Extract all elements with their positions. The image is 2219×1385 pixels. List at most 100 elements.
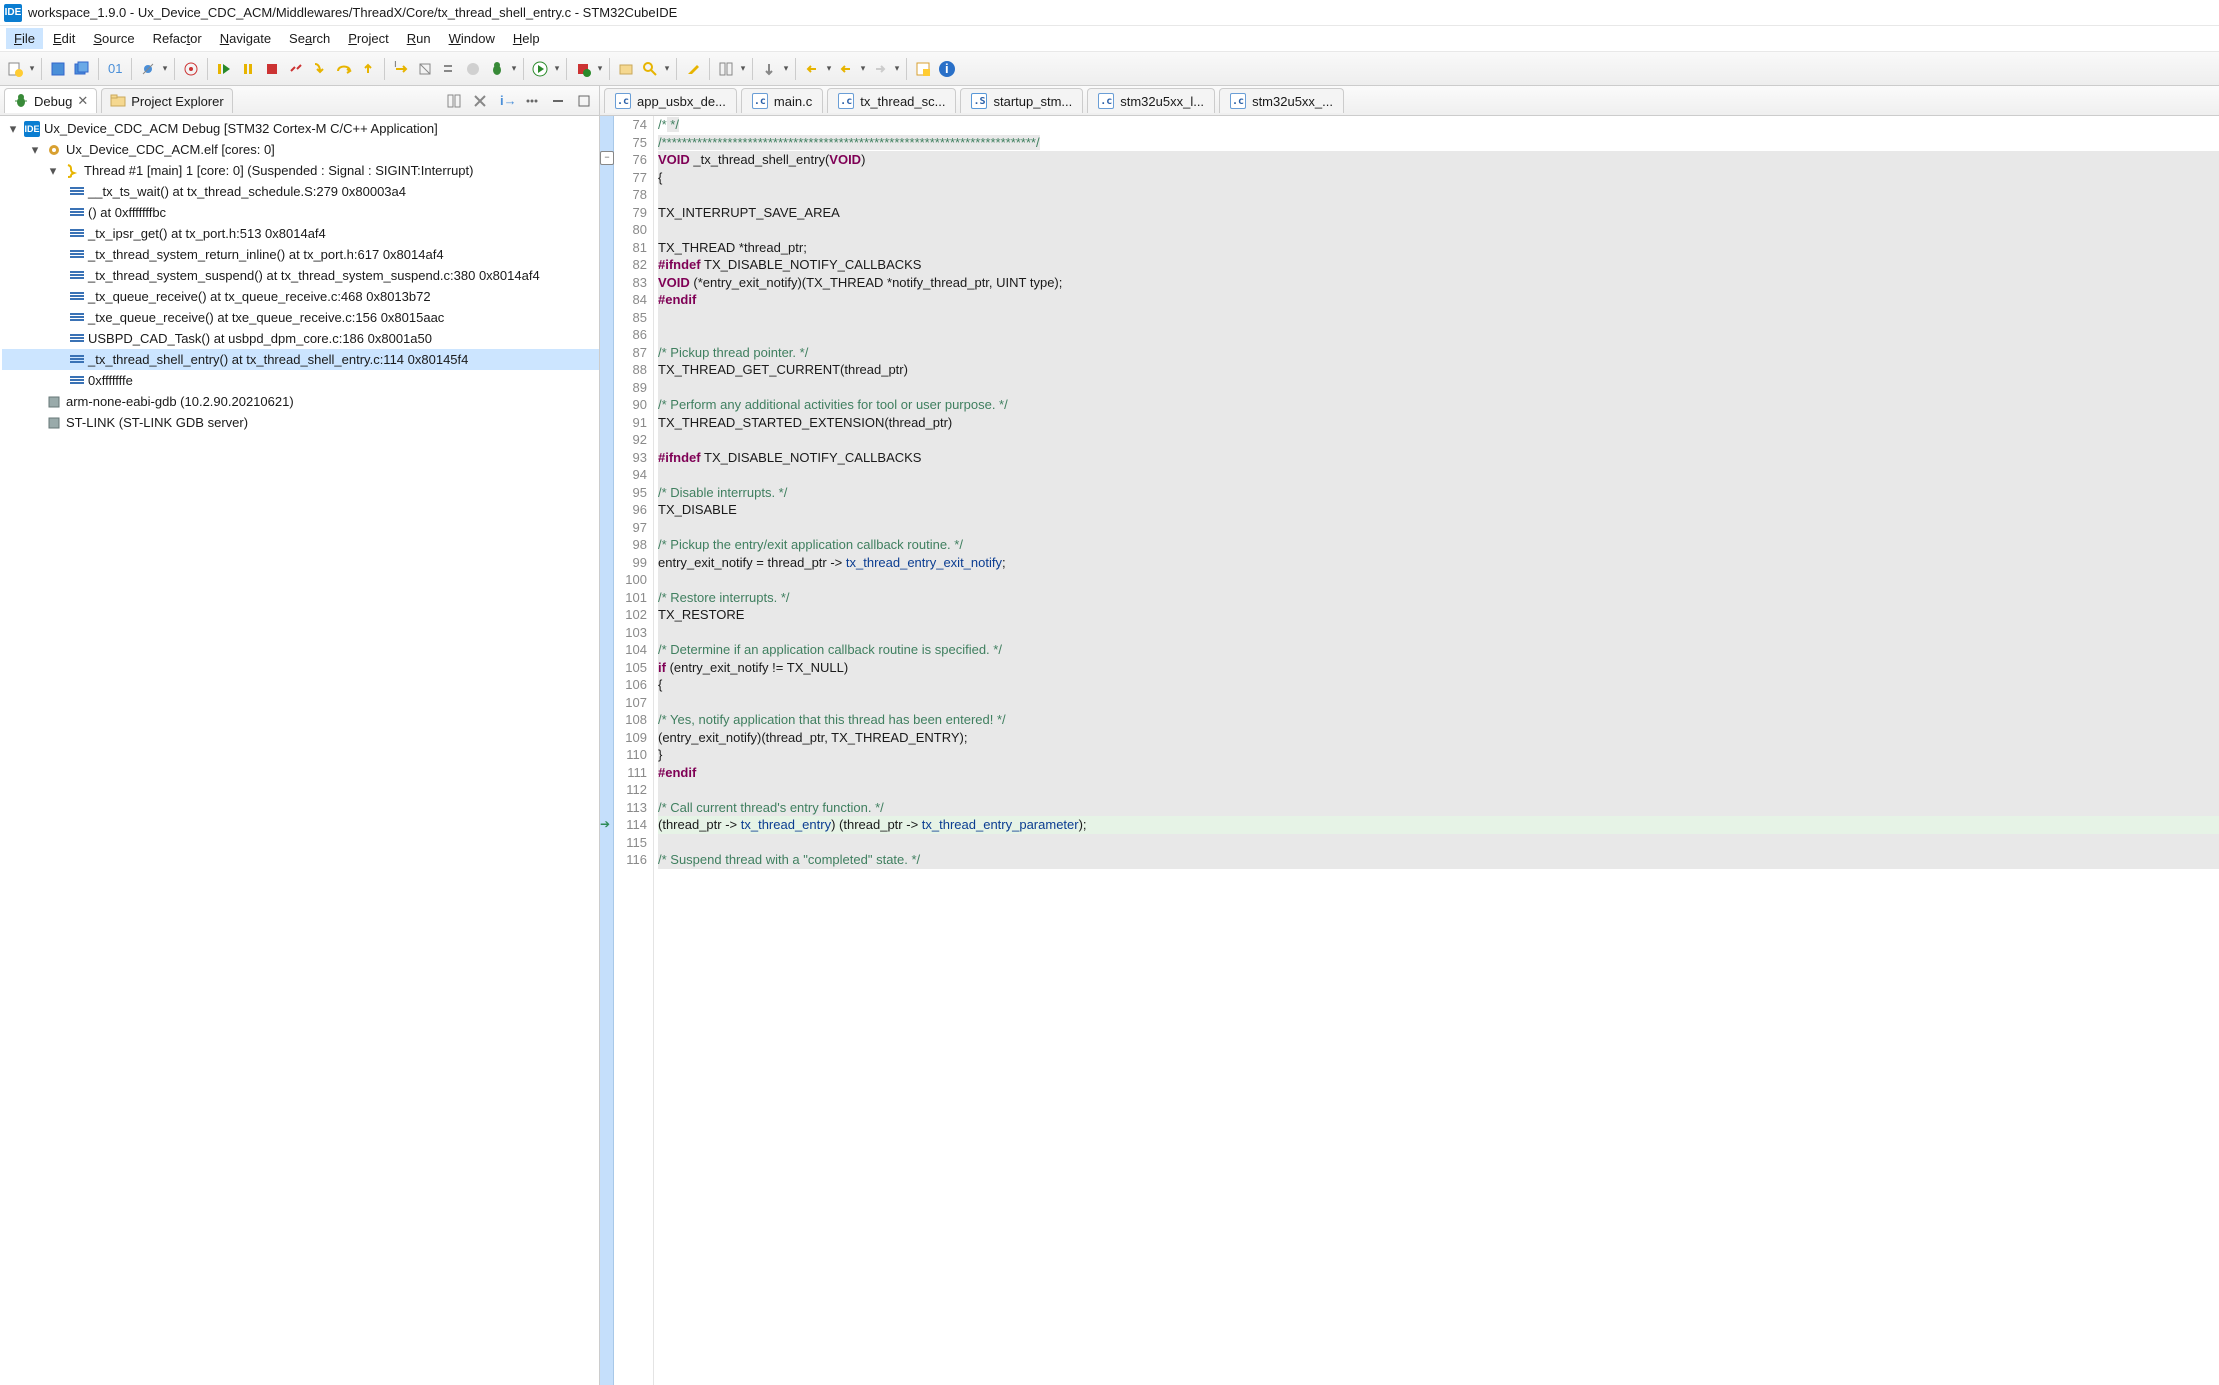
info-button[interactable]: i — [936, 58, 958, 80]
code-line[interactable]: if (entry_exit_notify != TX_NULL) — [658, 659, 2219, 677]
menu-file[interactable]: File — [6, 28, 43, 49]
code-line[interactable] — [658, 379, 2219, 397]
bug-dropdown[interactable]: ▾ — [510, 63, 518, 74]
code-line[interactable] — [658, 694, 2219, 712]
code-line[interactable]: #ifndef TX_DISABLE_NOTIFY_CALLBACKS — [658, 256, 2219, 274]
view-min-icon[interactable] — [547, 90, 569, 112]
back-dropdown[interactable]: ▾ — [825, 63, 833, 74]
code-line[interactable]: VOID _tx_thread_shell_entry(VOID) — [658, 151, 2219, 169]
view-step-icon[interactable]: i→ — [495, 90, 517, 112]
code-area[interactable]: /* *//**********************************… — [654, 116, 2219, 1385]
editor-tab[interactable]: .ctx_thread_sc... — [827, 88, 956, 113]
fwd-dropdown[interactable]: ▾ — [893, 63, 901, 74]
code-line[interactable]: /* Pickup the entry/exit application cal… — [658, 536, 2219, 554]
stack-frame[interactable]: () at 0xfffffffbc — [2, 202, 599, 223]
code-line[interactable]: TX_THREAD *thread_ptr; — [658, 239, 2219, 257]
back2-dropdown[interactable]: ▾ — [859, 63, 867, 74]
stack-frame[interactable]: _txe_queue_receive() at txe_queue_receiv… — [2, 307, 599, 328]
code-line[interactable]: TX_INTERRUPT_SAVE_AREA — [658, 204, 2219, 222]
close-icon[interactable]: ✕ — [77, 93, 88, 109]
code-line[interactable]: VOID (*entry_exit_notify)(TX_THREAD *not… — [658, 274, 2219, 292]
next-annotation-button[interactable] — [758, 58, 780, 80]
back-button[interactable] — [801, 58, 823, 80]
code-line[interactable] — [658, 571, 2219, 589]
view-max-icon[interactable] — [573, 90, 595, 112]
stop-build-button[interactable] — [572, 58, 594, 80]
code-line[interactable] — [658, 431, 2219, 449]
code-line[interactable] — [658, 834, 2219, 852]
search-button[interactable] — [639, 58, 661, 80]
binary-button[interactable]: 010 — [104, 58, 126, 80]
code-line[interactable]: /* Suspend thread with a "completed" sta… — [658, 851, 2219, 869]
tab-explorer[interactable]: Project Explorer — [101, 88, 232, 113]
code-line[interactable]: /* Yes, notify application that this thr… — [658, 711, 2219, 729]
forward-button[interactable] — [869, 58, 891, 80]
save-button[interactable] — [47, 58, 69, 80]
code-line[interactable]: /* Disable interrupts. */ — [658, 484, 2219, 502]
editor-tab[interactable]: .capp_usbx_de... — [604, 88, 737, 113]
menu-navigate[interactable]: Navigate — [212, 28, 279, 49]
code-line[interactable] — [658, 624, 2219, 642]
run-dropdown[interactable]: ▾ — [553, 63, 561, 74]
menu-search[interactable]: Search — [281, 28, 338, 49]
step-over-button[interactable] — [333, 58, 355, 80]
code-line[interactable] — [658, 309, 2219, 327]
code-line[interactable] — [658, 326, 2219, 344]
stack-frame[interactable]: _tx_queue_receive() at tx_queue_receive.… — [2, 286, 599, 307]
new-dropdown[interactable]: ▾ — [28, 63, 36, 74]
editor-tab[interactable]: .Sstartup_stm... — [960, 88, 1083, 113]
tree-thread[interactable]: ▾ Thread #1 [main] 1 [core: 0] (Suspende… — [2, 160, 599, 181]
code-line[interactable]: /***************************************… — [658, 134, 2219, 152]
menu-source[interactable]: Source — [85, 28, 142, 49]
code-line[interactable] — [658, 519, 2219, 537]
tree-gdb[interactable]: ▾ arm-none-eabi-gdb (10.2.90.20210621) — [2, 391, 599, 412]
step-return-button[interactable] — [357, 58, 379, 80]
twisty-open-icon[interactable]: ▾ — [28, 142, 42, 158]
code-line[interactable] — [658, 466, 2219, 484]
view-menu-icon[interactable] — [521, 90, 543, 112]
stack-frame[interactable]: _tx_thread_system_return_inline() at tx_… — [2, 244, 599, 265]
new-button[interactable] — [4, 58, 26, 80]
stack-frame[interactable]: _tx_thread_shell_entry() at tx_thread_sh… — [2, 349, 599, 370]
code-line[interactable]: /* */ — [658, 116, 2219, 134]
terminate-button[interactable] — [261, 58, 283, 80]
resume-button[interactable] — [213, 58, 235, 80]
suspend-button[interactable] — [237, 58, 259, 80]
menu-help[interactable]: Help — [505, 28, 548, 49]
skip-dropdown[interactable]: ▾ — [161, 63, 169, 74]
reset-chip-button[interactable] — [414, 58, 436, 80]
code-line[interactable]: { — [658, 676, 2219, 694]
run-button[interactable] — [529, 58, 551, 80]
view-remove-icon[interactable] — [469, 90, 491, 112]
stack-frame[interactable]: __tx_ts_wait() at tx_thread_schedule.S:2… — [2, 181, 599, 202]
search-dropdown[interactable]: ▾ — [663, 63, 671, 74]
code-line[interactable] — [658, 781, 2219, 799]
code-editor[interactable]: 747576−777879808182838485868788899091929… — [600, 116, 2219, 1385]
editor-tab[interactable]: .cmain.c — [741, 88, 823, 113]
menu-edit[interactable]: Edit — [45, 28, 83, 49]
stack-frame[interactable]: _tx_ipsr_get() at tx_port.h:513 0x8014af… — [2, 223, 599, 244]
back-alt-button[interactable] — [835, 58, 857, 80]
step-into-button[interactable] — [309, 58, 331, 80]
stack-frame[interactable]: _tx_thread_system_suspend() at tx_thread… — [2, 265, 599, 286]
code-line[interactable]: #endif — [658, 764, 2219, 782]
menu-project[interactable]: Project — [340, 28, 396, 49]
swap-button[interactable] — [438, 58, 460, 80]
code-line[interactable]: { — [658, 169, 2219, 187]
code-line[interactable] — [658, 186, 2219, 204]
code-line[interactable]: (thread_ptr -> tx_thread_entry) (thread_… — [658, 816, 2219, 834]
instruction-step-button[interactable]: i — [390, 58, 412, 80]
perspective-button[interactable] — [912, 58, 934, 80]
code-line[interactable]: entry_exit_notify = thread_ptr -> tx_thr… — [658, 554, 2219, 572]
code-line[interactable]: TX_DISABLE — [658, 501, 2219, 519]
tree-stlink[interactable]: ▾ ST-LINK (ST-LINK GDB server) — [2, 412, 599, 433]
stack-frame[interactable]: 0xfffffffe — [2, 370, 599, 391]
code-line[interactable]: /* Pickup thread pointer. */ — [658, 344, 2219, 362]
code-line[interactable]: /* Restore interrupts. */ — [658, 589, 2219, 607]
menu-window[interactable]: Window — [441, 28, 503, 49]
tree-launch[interactable]: ▾ IDE Ux_Device_CDC_ACM Debug [STM32 Cor… — [2, 118, 599, 139]
skip-breakpoints-button[interactable] — [137, 58, 159, 80]
line-gutter[interactable]: 747576−777879808182838485868788899091929… — [614, 116, 654, 1385]
annotation-ruler[interactable] — [600, 116, 614, 1385]
fault-button[interactable] — [462, 58, 484, 80]
